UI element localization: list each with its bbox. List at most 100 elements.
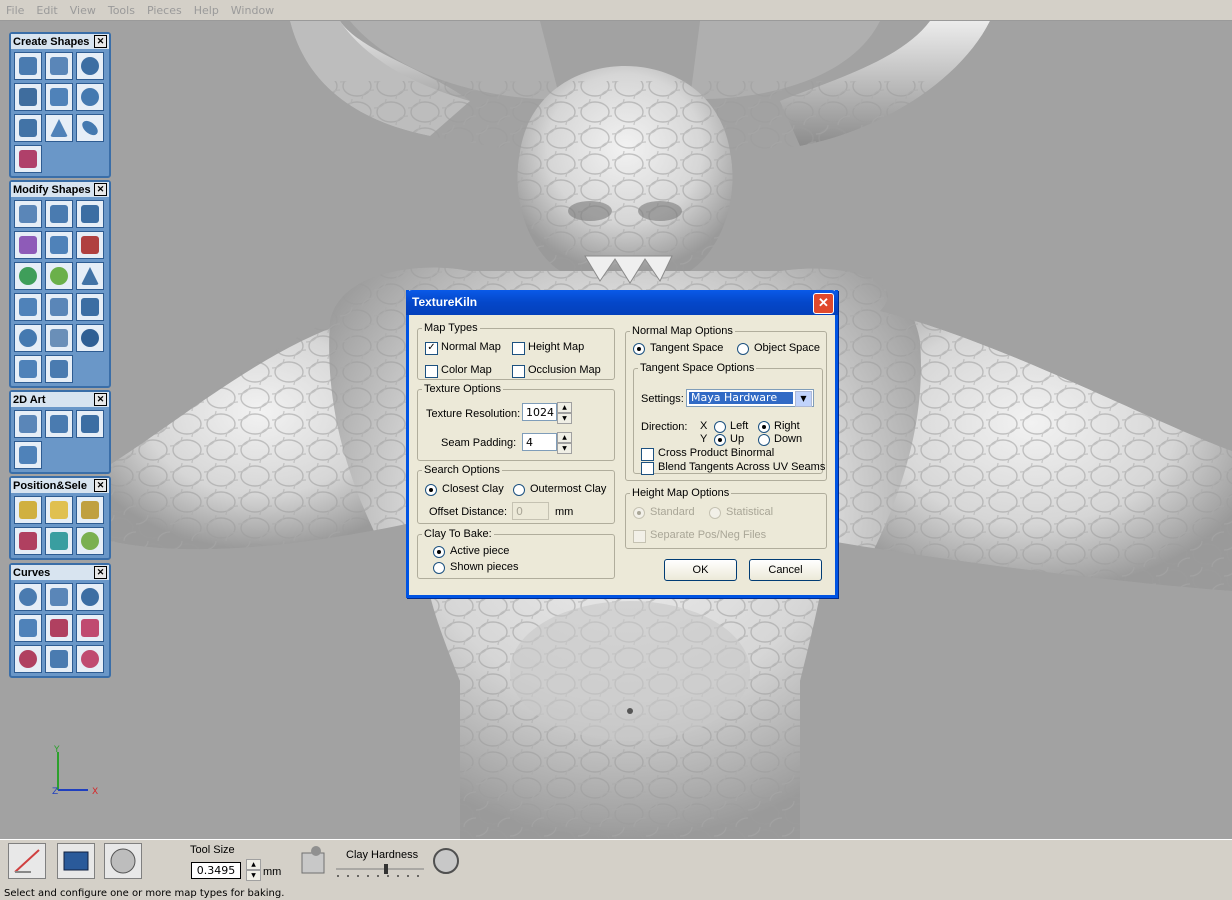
art-tool-button[interactable]: [14, 441, 42, 469]
seam-padding-input[interactable]: 4: [522, 433, 557, 451]
paint-icon[interactable]: [14, 145, 42, 173]
curve-tool-button[interactable]: [76, 614, 104, 642]
modify-tool-button[interactable]: [14, 231, 42, 259]
view-mode-button[interactable]: [57, 843, 95, 879]
color-map-checkbox[interactable]: [425, 365, 438, 378]
blend-tangents-checkbox[interactable]: [641, 462, 654, 475]
art-tool-button[interactable]: [76, 410, 104, 438]
curve-tool-button[interactable]: [76, 583, 104, 611]
shown-pieces-radio[interactable]: [433, 562, 445, 574]
create-shape-button[interactable]: [14, 52, 42, 80]
modify-tool-button[interactable]: [14, 262, 42, 290]
right-radio[interactable]: [758, 421, 770, 433]
close-icon[interactable]: ✕: [94, 183, 107, 196]
menu-window[interactable]: Window: [225, 4, 280, 17]
tool-size-input[interactable]: 0.3495: [191, 862, 241, 879]
clay-hardness-slider[interactable]: [334, 863, 428, 879]
modify-tool-button[interactable]: [14, 324, 42, 352]
settings-select[interactable]: Maya Hardware ▼: [686, 389, 814, 407]
cube-icon[interactable]: [45, 83, 73, 111]
cylinder-icon[interactable]: [14, 114, 42, 142]
art-tool-button[interactable]: [45, 410, 73, 438]
tangent-space-radio[interactable]: [633, 343, 645, 355]
close-icon[interactable]: ✕: [94, 566, 107, 579]
menu-view[interactable]: View: [64, 4, 102, 17]
modify-tool-button[interactable]: [45, 200, 73, 228]
ellipsoid-icon[interactable]: [76, 114, 104, 142]
normal-map-checkbox[interactable]: ✓: [425, 342, 438, 355]
curve-tool-button[interactable]: [76, 645, 104, 673]
menu-edit[interactable]: Edit: [30, 4, 63, 17]
modify-tool-button[interactable]: [76, 324, 104, 352]
close-icon[interactable]: ✕: [813, 293, 834, 314]
position-tool-button[interactable]: [14, 496, 42, 524]
cancel-button[interactable]: Cancel: [749, 559, 822, 581]
curve-tool-button[interactable]: [14, 583, 42, 611]
menu-file[interactable]: File: [0, 4, 30, 17]
modify-tool-button[interactable]: [14, 355, 42, 383]
modify-tool-button[interactable]: [45, 293, 73, 321]
position-tool-button[interactable]: [76, 496, 104, 524]
position-tool-button[interactable]: [45, 496, 73, 524]
modify-tool-button[interactable]: [45, 355, 73, 383]
curve-tool-button[interactable]: [45, 645, 73, 673]
modify-tool-button[interactable]: [45, 324, 73, 352]
brush-tool-icon: [14, 849, 40, 873]
offset-distance-input[interactable]: 0: [512, 502, 549, 520]
decrement-icon[interactable]: ▼: [557, 443, 572, 454]
art-tool-button[interactable]: [14, 410, 42, 438]
curve-tool-button[interactable]: [45, 583, 73, 611]
close-icon[interactable]: ✕: [94, 393, 107, 406]
sculpt-view-button[interactable]: [104, 843, 142, 879]
separate-pos-neg-checkbox[interactable]: [633, 530, 646, 543]
standard-radio[interactable]: [633, 507, 645, 519]
create-shape-button[interactable]: [45, 52, 73, 80]
increment-icon[interactable]: ▲: [557, 432, 572, 443]
menu-pieces[interactable]: Pieces: [141, 4, 188, 17]
menu-tools[interactable]: Tools: [102, 4, 141, 17]
curve-tool-button[interactable]: [14, 645, 42, 673]
outermost-clay-radio[interactable]: [513, 484, 525, 496]
ok-button[interactable]: OK: [664, 559, 737, 581]
chevron-down-icon[interactable]: ▼: [795, 391, 812, 407]
cone-icon[interactable]: [45, 114, 73, 142]
statistical-radio[interactable]: [709, 507, 721, 519]
height-map-checkbox[interactable]: [512, 342, 525, 355]
modify-tool-button[interactable]: [14, 200, 42, 228]
decrement-icon[interactable]: ▼: [557, 413, 572, 424]
curve-tool-button[interactable]: [14, 614, 42, 642]
tool-mode-button[interactable]: [8, 843, 46, 879]
closest-clay-radio[interactable]: [425, 484, 437, 496]
close-icon[interactable]: ✕: [94, 479, 107, 492]
texture-resolution-input[interactable]: 1024: [522, 403, 557, 421]
close-icon[interactable]: ✕: [94, 35, 107, 48]
texture-resolution-stepper[interactable]: ▲ ▼: [557, 402, 572, 424]
position-tool-button[interactable]: [45, 527, 73, 555]
position-tool-button[interactable]: [14, 527, 42, 555]
tool-size-stepper[interactable]: ▲ ▼: [246, 859, 261, 881]
create-shape-button[interactable]: [14, 83, 42, 111]
menu-help[interactable]: Help: [188, 4, 225, 17]
modify-tool-button[interactable]: [14, 293, 42, 321]
create-shape-button[interactable]: [76, 52, 104, 80]
modify-tool-button[interactable]: [76, 262, 104, 290]
occlusion-map-checkbox[interactable]: [512, 365, 525, 378]
position-tool-button[interactable]: [76, 527, 104, 555]
modify-tool-button[interactable]: [76, 200, 104, 228]
increment-icon[interactable]: ▲: [246, 859, 261, 870]
increment-icon[interactable]: ▲: [557, 402, 572, 413]
up-radio[interactable]: [714, 434, 726, 446]
active-piece-radio[interactable]: [433, 546, 445, 558]
sphere-icon[interactable]: [76, 83, 104, 111]
modify-tool-button[interactable]: [45, 262, 73, 290]
down-radio[interactable]: [758, 434, 770, 446]
cross-product-binormal-checkbox[interactable]: [641, 448, 654, 461]
modify-tool-button[interactable]: [76, 231, 104, 259]
modify-tool-button[interactable]: [76, 293, 104, 321]
left-radio[interactable]: [714, 421, 726, 433]
object-space-radio[interactable]: [737, 343, 749, 355]
decrement-icon[interactable]: ▼: [246, 870, 261, 881]
curve-tool-button[interactable]: [45, 614, 73, 642]
seam-padding-stepper[interactable]: ▲ ▼: [557, 432, 572, 454]
modify-tool-button[interactable]: [45, 231, 73, 259]
